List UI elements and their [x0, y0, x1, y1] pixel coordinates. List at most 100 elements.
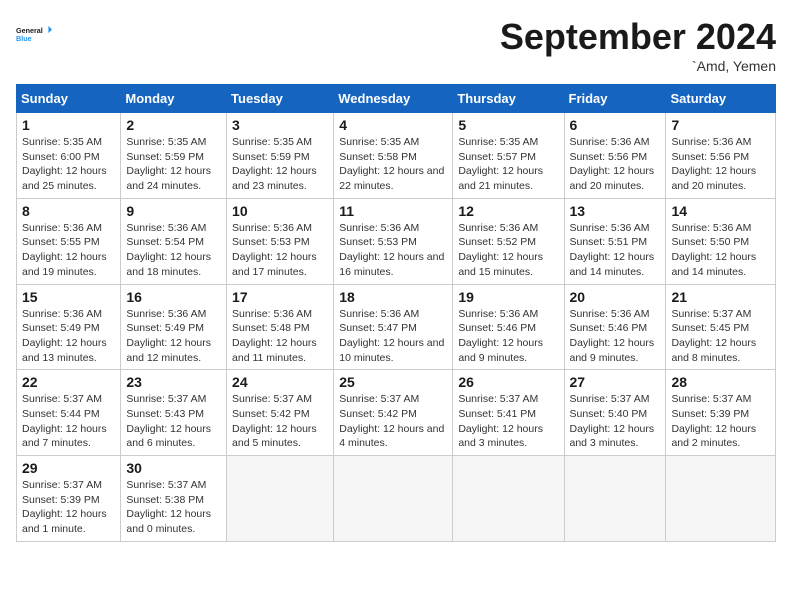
- calendar-cell: 21 Sunrise: 5:37 AM Sunset: 5:45 PM Dayl…: [666, 284, 776, 370]
- calendar-week-2: 8 Sunrise: 5:36 AM Sunset: 5:55 PM Dayli…: [17, 198, 776, 284]
- day-number: 24: [232, 374, 328, 390]
- day-info: Sunrise: 5:37 AM Sunset: 5:45 PM Dayligh…: [671, 307, 770, 366]
- calendar-cell: 5 Sunrise: 5:35 AM Sunset: 5:57 PM Dayli…: [453, 113, 564, 199]
- calendar-cell: 17 Sunrise: 5:36 AM Sunset: 5:48 PM Dayl…: [227, 284, 334, 370]
- day-info: Sunrise: 5:35 AM Sunset: 5:59 PM Dayligh…: [232, 135, 328, 194]
- day-number: 21: [671, 289, 770, 305]
- day-info: Sunrise: 5:36 AM Sunset: 5:53 PM Dayligh…: [339, 221, 447, 280]
- day-info: Sunrise: 5:37 AM Sunset: 5:42 PM Dayligh…: [232, 392, 328, 451]
- day-info: Sunrise: 5:35 AM Sunset: 5:57 PM Dayligh…: [458, 135, 558, 194]
- calendar-cell: 24 Sunrise: 5:37 AM Sunset: 5:42 PM Dayl…: [227, 370, 334, 456]
- calendar-cell: 26 Sunrise: 5:37 AM Sunset: 5:41 PM Dayl…: [453, 370, 564, 456]
- calendar-cell: 20 Sunrise: 5:36 AM Sunset: 5:46 PM Dayl…: [564, 284, 666, 370]
- day-info: Sunrise: 5:36 AM Sunset: 5:56 PM Dayligh…: [671, 135, 770, 194]
- day-info: Sunrise: 5:36 AM Sunset: 5:46 PM Dayligh…: [458, 307, 558, 366]
- day-info: Sunrise: 5:36 AM Sunset: 5:51 PM Dayligh…: [570, 221, 661, 280]
- day-number: 15: [22, 289, 115, 305]
- day-number: 25: [339, 374, 447, 390]
- day-info: Sunrise: 5:37 AM Sunset: 5:39 PM Dayligh…: [671, 392, 770, 451]
- calendar-cell: 15 Sunrise: 5:36 AM Sunset: 5:49 PM Dayl…: [17, 284, 121, 370]
- day-number: 16: [126, 289, 221, 305]
- svg-text:General: General: [16, 26, 43, 35]
- calendar-cell: 18 Sunrise: 5:36 AM Sunset: 5:47 PM Dayl…: [334, 284, 453, 370]
- day-info: Sunrise: 5:36 AM Sunset: 5:52 PM Dayligh…: [458, 221, 558, 280]
- day-number: 3: [232, 117, 328, 133]
- location: `Amd, Yemen: [500, 58, 776, 74]
- calendar-cell: 2 Sunrise: 5:35 AM Sunset: 5:59 PM Dayli…: [121, 113, 227, 199]
- calendar-cell: [227, 456, 334, 542]
- day-info: Sunrise: 5:36 AM Sunset: 5:48 PM Dayligh…: [232, 307, 328, 366]
- day-number: 6: [570, 117, 661, 133]
- day-number: 22: [22, 374, 115, 390]
- day-number: 27: [570, 374, 661, 390]
- header-cell-tuesday: Tuesday: [227, 85, 334, 113]
- day-info: Sunrise: 5:36 AM Sunset: 5:50 PM Dayligh…: [671, 221, 770, 280]
- header-cell-saturday: Saturday: [666, 85, 776, 113]
- day-number: 13: [570, 203, 661, 219]
- day-number: 20: [570, 289, 661, 305]
- day-number: 17: [232, 289, 328, 305]
- calendar-cell: 9 Sunrise: 5:36 AM Sunset: 5:54 PM Dayli…: [121, 198, 227, 284]
- calendar-cell: 3 Sunrise: 5:35 AM Sunset: 5:59 PM Dayli…: [227, 113, 334, 199]
- day-number: 29: [22, 460, 115, 476]
- header: General Blue September 2024 `Amd, Yemen: [16, 16, 776, 74]
- header-cell-thursday: Thursday: [453, 85, 564, 113]
- day-info: Sunrise: 5:37 AM Sunset: 5:39 PM Dayligh…: [22, 478, 115, 537]
- day-info: Sunrise: 5:36 AM Sunset: 5:53 PM Dayligh…: [232, 221, 328, 280]
- svg-text:Blue: Blue: [16, 34, 32, 43]
- day-info: Sunrise: 5:35 AM Sunset: 5:59 PM Dayligh…: [126, 135, 221, 194]
- day-info: Sunrise: 5:36 AM Sunset: 5:49 PM Dayligh…: [22, 307, 115, 366]
- day-info: Sunrise: 5:37 AM Sunset: 5:38 PM Dayligh…: [126, 478, 221, 537]
- calendar-cell: 16 Sunrise: 5:36 AM Sunset: 5:49 PM Dayl…: [121, 284, 227, 370]
- day-number: 12: [458, 203, 558, 219]
- calendar-cell: 11 Sunrise: 5:36 AM Sunset: 5:53 PM Dayl…: [334, 198, 453, 284]
- day-info: Sunrise: 5:37 AM Sunset: 5:43 PM Dayligh…: [126, 392, 221, 451]
- day-number: 4: [339, 117, 447, 133]
- title-area: September 2024 `Amd, Yemen: [500, 16, 776, 74]
- calendar-cell: 8 Sunrise: 5:36 AM Sunset: 5:55 PM Dayli…: [17, 198, 121, 284]
- day-number: 26: [458, 374, 558, 390]
- calendar-cell: 13 Sunrise: 5:36 AM Sunset: 5:51 PM Dayl…: [564, 198, 666, 284]
- calendar-cell: 23 Sunrise: 5:37 AM Sunset: 5:43 PM Dayl…: [121, 370, 227, 456]
- day-number: 2: [126, 117, 221, 133]
- day-info: Sunrise: 5:35 AM Sunset: 6:00 PM Dayligh…: [22, 135, 115, 194]
- header-row: SundayMondayTuesdayWednesdayThursdayFrid…: [17, 85, 776, 113]
- day-number: 11: [339, 203, 447, 219]
- calendar-cell: [564, 456, 666, 542]
- calendar-cell: 29 Sunrise: 5:37 AM Sunset: 5:39 PM Dayl…: [17, 456, 121, 542]
- calendar-cell: 1 Sunrise: 5:35 AM Sunset: 6:00 PM Dayli…: [17, 113, 121, 199]
- calendar-cell: 22 Sunrise: 5:37 AM Sunset: 5:44 PM Dayl…: [17, 370, 121, 456]
- day-number: 7: [671, 117, 770, 133]
- calendar-cell: 30 Sunrise: 5:37 AM Sunset: 5:38 PM Dayl…: [121, 456, 227, 542]
- calendar-cell: [666, 456, 776, 542]
- calendar-cell: 10 Sunrise: 5:36 AM Sunset: 5:53 PM Dayl…: [227, 198, 334, 284]
- day-info: Sunrise: 5:36 AM Sunset: 5:46 PM Dayligh…: [570, 307, 661, 366]
- calendar-cell: 4 Sunrise: 5:35 AM Sunset: 5:58 PM Dayli…: [334, 113, 453, 199]
- day-number: 5: [458, 117, 558, 133]
- calendar-cell: 14 Sunrise: 5:36 AM Sunset: 5:50 PM Dayl…: [666, 198, 776, 284]
- day-number: 23: [126, 374, 221, 390]
- day-info: Sunrise: 5:36 AM Sunset: 5:49 PM Dayligh…: [126, 307, 221, 366]
- calendar-cell: 28 Sunrise: 5:37 AM Sunset: 5:39 PM Dayl…: [666, 370, 776, 456]
- header-cell-friday: Friday: [564, 85, 666, 113]
- day-number: 9: [126, 203, 221, 219]
- calendar-cell: 6 Sunrise: 5:36 AM Sunset: 5:56 PM Dayli…: [564, 113, 666, 199]
- day-number: 8: [22, 203, 115, 219]
- calendar-cell: 27 Sunrise: 5:37 AM Sunset: 5:40 PM Dayl…: [564, 370, 666, 456]
- day-info: Sunrise: 5:37 AM Sunset: 5:41 PM Dayligh…: [458, 392, 558, 451]
- day-info: Sunrise: 5:37 AM Sunset: 5:42 PM Dayligh…: [339, 392, 447, 451]
- calendar-cell: 19 Sunrise: 5:36 AM Sunset: 5:46 PM Dayl…: [453, 284, 564, 370]
- month-title: September 2024: [500, 16, 776, 58]
- logo: General Blue: [16, 16, 52, 52]
- calendar-cell: [334, 456, 453, 542]
- day-number: 10: [232, 203, 328, 219]
- day-info: Sunrise: 5:36 AM Sunset: 5:47 PM Dayligh…: [339, 307, 447, 366]
- calendar-week-4: 22 Sunrise: 5:37 AM Sunset: 5:44 PM Dayl…: [17, 370, 776, 456]
- calendar-week-5: 29 Sunrise: 5:37 AM Sunset: 5:39 PM Dayl…: [17, 456, 776, 542]
- calendar-cell: 25 Sunrise: 5:37 AM Sunset: 5:42 PM Dayl…: [334, 370, 453, 456]
- logo-svg: General Blue: [16, 16, 52, 52]
- day-number: 1: [22, 117, 115, 133]
- day-number: 14: [671, 203, 770, 219]
- calendar-cell: [453, 456, 564, 542]
- calendar-cell: 12 Sunrise: 5:36 AM Sunset: 5:52 PM Dayl…: [453, 198, 564, 284]
